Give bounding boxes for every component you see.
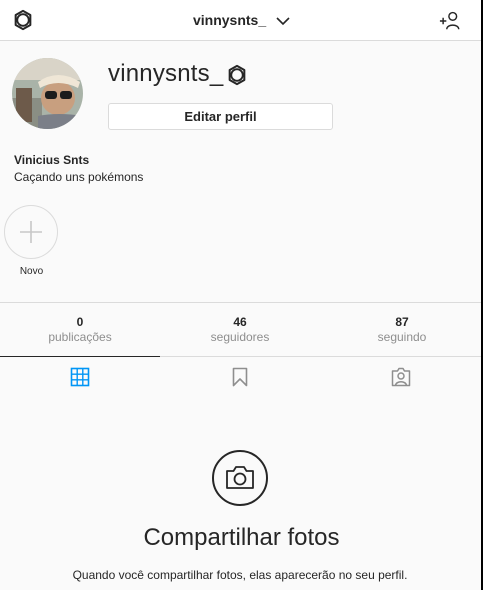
new-story-label: Novo bbox=[19, 266, 44, 277]
header-title: vinnysnts_ bbox=[192, 12, 267, 28]
top-bar: vinnysnts_ bbox=[0, 0, 483, 41]
profile-bio: Caçando uns pokémons bbox=[14, 170, 144, 184]
bookmark-icon[interactable] bbox=[230, 367, 250, 387]
camera-icon bbox=[212, 450, 268, 506]
stat-following-label: seguindo bbox=[377, 330, 427, 344]
stat-posts-count: 0 bbox=[76, 315, 84, 329]
grid-icon[interactable] bbox=[70, 367, 90, 387]
tagged-icon[interactable] bbox=[391, 367, 411, 387]
chevron-down-icon bbox=[276, 17, 290, 26]
empty-state-text: Quando você compartilhar fotos, elas apa… bbox=[72, 568, 408, 582]
active-tab-indicator bbox=[0, 356, 160, 357]
stat-following[interactable]: 87 seguindo bbox=[322, 315, 482, 345]
stat-followers-count: 46 bbox=[233, 315, 247, 329]
account-switcher[interactable]: vinnysnts_ bbox=[0, 12, 483, 28]
avatar-photo bbox=[12, 58, 83, 129]
empty-state-title: Compartilhar fotos bbox=[143, 524, 340, 551]
profile-username: vinnysnts_ bbox=[108, 60, 224, 87]
gear-icon[interactable] bbox=[226, 64, 248, 86]
profile-stats: 0 publicações 46 seguidores 87 seguindo bbox=[0, 302, 483, 357]
stat-posts[interactable]: 0 publicações bbox=[0, 315, 160, 345]
stat-following-count: 87 bbox=[395, 315, 409, 329]
new-story-button[interactable] bbox=[4, 205, 58, 259]
stat-posts-label: publicações bbox=[48, 330, 112, 344]
profile-full-name: Vinicius Snts bbox=[14, 153, 90, 167]
plus-icon bbox=[20, 221, 42, 243]
stat-followers-label: seguidores bbox=[210, 330, 270, 344]
stat-followers[interactable]: 46 seguidores bbox=[160, 315, 320, 345]
avatar[interactable] bbox=[12, 58, 83, 129]
add-person-icon[interactable] bbox=[439, 10, 461, 32]
edit-profile-button[interactable]: Editar perfil bbox=[108, 103, 333, 130]
